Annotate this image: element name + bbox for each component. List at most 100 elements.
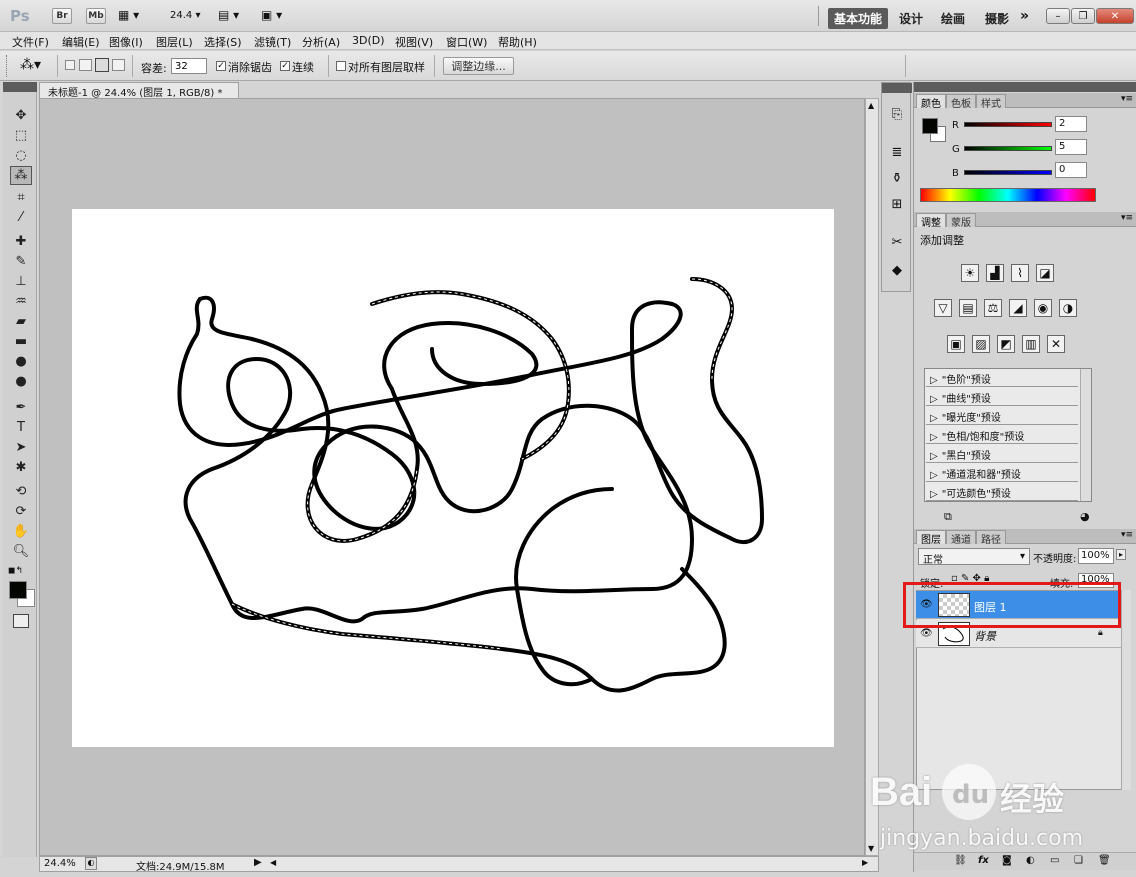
scroll-left-arrow-icon[interactable]: ◀	[270, 858, 276, 867]
move-tool-icon[interactable]: ✥	[10, 106, 32, 125]
g-value-input[interactable]: 5	[1055, 139, 1087, 155]
gradient-tool-icon[interactable]: ▬	[10, 332, 32, 351]
color-spectrum-bar[interactable]	[920, 188, 1096, 202]
antialias-checkbox[interactable]: ✓	[216, 61, 226, 71]
threshold-icon[interactable]: ◩	[997, 335, 1015, 353]
clone-stamp-tool-icon[interactable]: ⊥	[10, 272, 32, 291]
document-canvas[interactable]	[72, 209, 834, 747]
brightness-icon[interactable]: ☀	[961, 264, 979, 282]
foreground-color-swatch[interactable]	[9, 581, 27, 599]
blend-mode-select[interactable]: 正常 ▾	[918, 548, 1030, 566]
close-button[interactable]: ✕	[1096, 8, 1134, 24]
workspace-design[interactable]: 设计	[899, 10, 923, 27]
pen-tool-icon[interactable]: ✒	[10, 398, 32, 417]
strip-header[interactable]	[882, 83, 912, 93]
panel-menu-icon[interactable]: ▾≡	[1121, 530, 1133, 540]
menu-edit[interactable]: 编辑(E)	[62, 34, 100, 50]
new-selection-icon[interactable]	[65, 60, 75, 70]
panel-menu-icon[interactable]: ▾≡	[1121, 213, 1133, 223]
history-panel-icon[interactable]: ⎘	[888, 107, 906, 125]
restore-button[interactable]: ❐	[1071, 8, 1095, 24]
magic-wand-preset-icon[interactable]: ⁂▾	[20, 57, 41, 73]
3d-panel-icon[interactable]: ◆	[888, 263, 906, 281]
status-zoom[interactable]: 24.4%	[44, 858, 76, 869]
curves-icon[interactable]: ⌇	[1011, 264, 1029, 282]
eraser-tool-icon[interactable]: ▰	[10, 312, 32, 331]
contiguous-checkbox[interactable]: ✓	[280, 61, 290, 71]
exposure-icon[interactable]: ◪	[1036, 264, 1054, 282]
preset-channel-mixer[interactable]: ▷ "通道混和器"预设	[926, 464, 1078, 482]
menu-view[interactable]: 视图(V)	[395, 34, 433, 50]
workspace-photography[interactable]: 摄影	[985, 10, 1009, 27]
invert-icon[interactable]: ▣	[947, 335, 965, 353]
tab-styles[interactable]: 样式	[976, 94, 1006, 110]
photo-filter-icon[interactable]: ◉	[1034, 299, 1052, 317]
type-tool-icon[interactable]: T	[10, 418, 32, 437]
default-colors-icon[interactable]: ◼↰	[8, 566, 23, 576]
minimize-button[interactable]: –	[1046, 8, 1070, 24]
b-value-input[interactable]: 0	[1055, 162, 1087, 178]
posterize-icon[interactable]: ▨	[972, 335, 990, 353]
dodge-tool-icon[interactable]: ●	[10, 372, 32, 391]
menu-image[interactable]: 图像(I)	[109, 34, 143, 50]
brush-tool-icon[interactable]: ✎	[10, 252, 32, 271]
layer-visibility-eye-icon[interactable]: 👁︎	[920, 628, 933, 639]
layers-scrollbar[interactable]	[1121, 590, 1131, 790]
clone-source-panel-icon[interactable]: ⊞	[888, 197, 906, 215]
opacity-arrow-icon[interactable]: ▸	[1116, 549, 1127, 560]
3d-orbit-tool-icon[interactable]: ⟳	[10, 502, 32, 521]
scroll-up-arrow-icon[interactable]: ▲	[868, 101, 874, 110]
status-menu-arrow-icon[interactable]: ▶	[254, 857, 262, 868]
eyedropper-tool-icon[interactable]: ⁄	[10, 208, 32, 227]
tab-masks[interactable]: 蒙版	[946, 213, 976, 229]
menu-window[interactable]: 窗口(W)	[446, 34, 487, 50]
tab-paths[interactable]: 路径	[976, 530, 1006, 546]
preset-black-white[interactable]: ▷ "黑白"预设	[926, 445, 1078, 463]
b-slider[interactable]	[964, 170, 1052, 175]
r-slider[interactable]	[964, 122, 1052, 127]
mini-bridge-button[interactable]: Mb	[86, 8, 106, 24]
tab-layers[interactable]: 图层	[916, 530, 946, 546]
history-brush-tool-icon[interactable]: ♒	[10, 292, 32, 311]
color-fg-swatch[interactable]	[922, 118, 938, 134]
status-info-icon[interactable]: ◐	[85, 857, 97, 870]
adjust-clip-icon[interactable]: ⧉	[944, 510, 952, 524]
tab-color[interactable]: 颜色	[916, 94, 946, 110]
menu-layer[interactable]: 图层(L)	[156, 34, 193, 50]
character-panel-icon[interactable]: ≣	[888, 145, 906, 163]
menu-select[interactable]: 选择(S)	[204, 34, 242, 50]
document-tab[interactable]: 未标题-1 @ 24.4% (图层 1, RGB/8) * ×	[39, 82, 239, 111]
brushes-panel-icon[interactable]: ⚱	[888, 171, 906, 189]
channel-mixer-icon[interactable]: ◑	[1059, 299, 1077, 317]
sample-all-layers-checkbox[interactable]	[336, 61, 346, 71]
arrange-documents-icon[interactable]: ▤ ▾	[218, 8, 239, 22]
color-balance-icon[interactable]: ⚖	[984, 299, 1002, 317]
menu-help[interactable]: 帮助(H)	[498, 34, 537, 50]
menu-file[interactable]: 文件(F)	[12, 34, 49, 50]
levels-icon[interactable]: ▟	[986, 264, 1004, 282]
panel-menu-icon[interactable]: ▾≡	[1121, 94, 1133, 104]
menu-filter[interactable]: 滤镜(T)	[254, 34, 291, 50]
r-value-input[interactable]: 2	[1055, 116, 1087, 132]
workspace-painting[interactable]: 绘画	[941, 10, 965, 27]
g-slider[interactable]	[964, 146, 1052, 151]
bridge-button[interactable]: Br	[52, 8, 72, 24]
custom-shape-tool-icon[interactable]: ✱	[10, 458, 32, 477]
path-selection-tool-icon[interactable]: ➤	[10, 438, 32, 457]
layer-name[interactable]: 背景	[974, 628, 996, 644]
vibrance-icon[interactable]: ▽	[934, 299, 952, 317]
tools-panel-header[interactable]	[3, 82, 37, 92]
blur-tool-icon[interactable]: ●	[10, 352, 32, 371]
subtract-selection-icon[interactable]	[95, 58, 109, 72]
panels-header[interactable]	[914, 82, 1136, 92]
canvas-area[interactable]	[39, 98, 865, 856]
vertical-scrollbar[interactable]: ▲ ▼	[865, 98, 879, 856]
tab-swatches[interactable]: 色板	[946, 94, 976, 110]
preset-levels[interactable]: ▷ "色阶"预设	[926, 369, 1078, 387]
quick-mask-icon[interactable]	[13, 614, 29, 628]
tab-channels[interactable]: 通道	[946, 530, 976, 546]
crop-tool-icon[interactable]: ⌗	[10, 188, 32, 207]
tolerance-input[interactable]	[171, 58, 207, 74]
presets-scrollbar[interactable]	[1080, 369, 1091, 501]
preset-curves[interactable]: ▷ "曲线"预设	[926, 388, 1078, 406]
